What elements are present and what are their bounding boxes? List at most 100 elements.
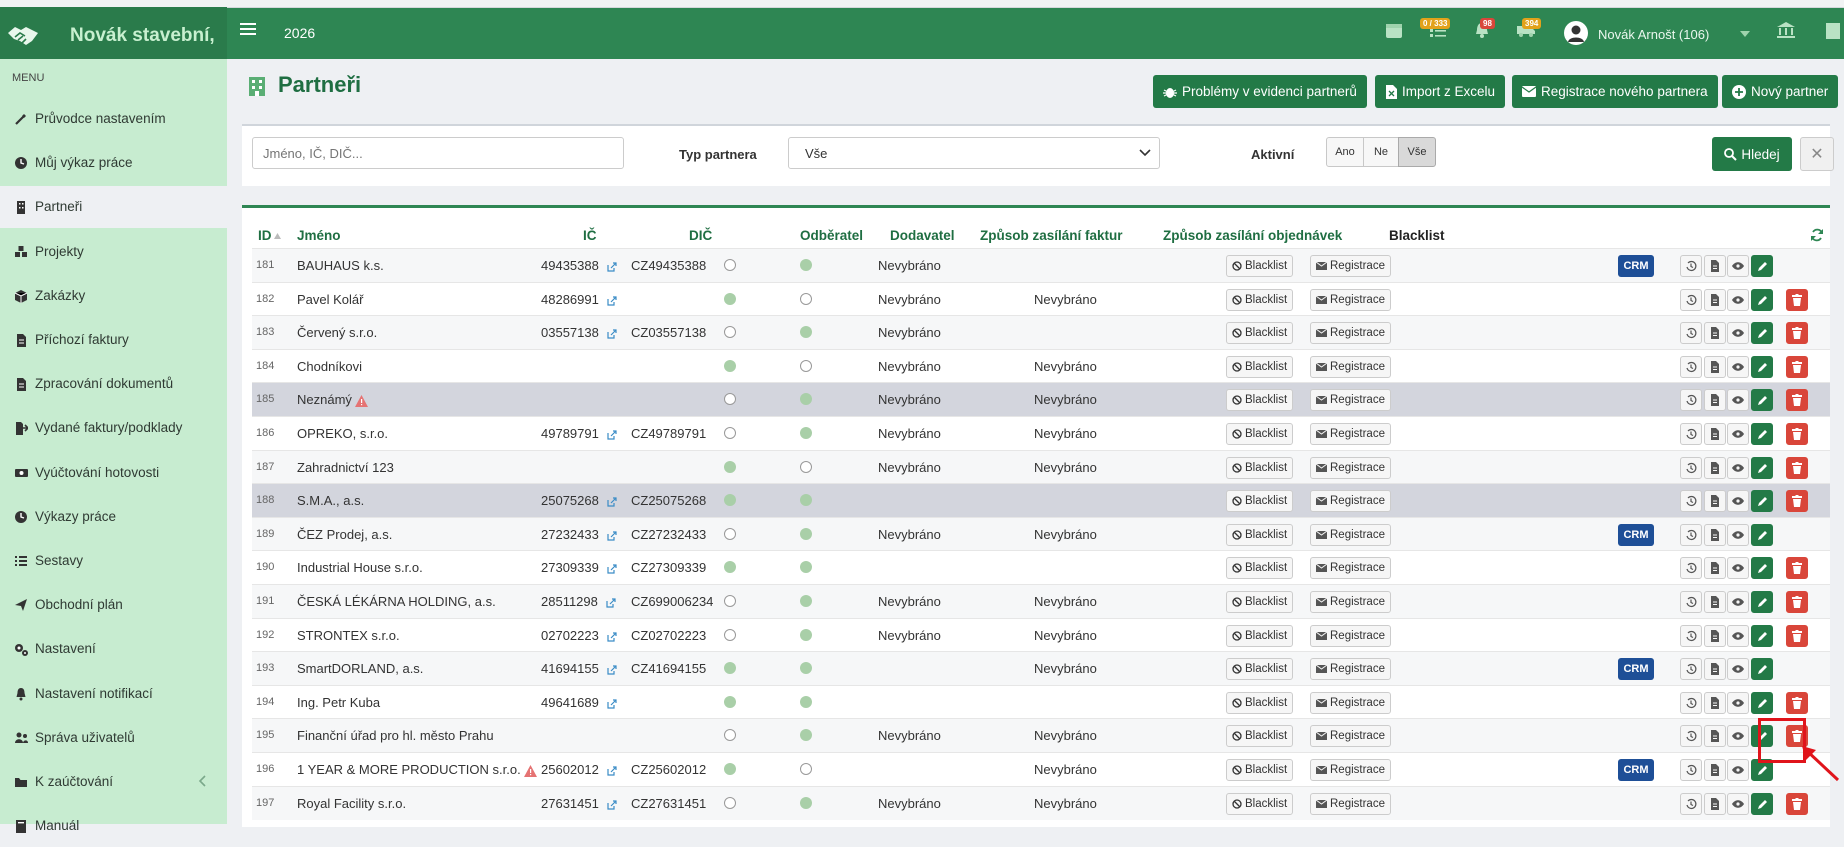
partner-name[interactable]: STRONTEX s.r.o. <box>297 628 400 643</box>
partner-name-cell[interactable]: Chodníkovi <box>297 359 362 374</box>
sidebar-item[interactable]: Sestavy <box>0 540 227 582</box>
document-button[interactable] <box>1704 625 1726 647</box>
sidebar-item[interactable]: Nastavení notifikací <box>0 673 227 715</box>
partner-name-cell[interactable]: BAUHAUS k.s. <box>297 258 384 273</box>
document-button[interactable] <box>1704 692 1726 714</box>
partner-name-cell[interactable]: Industrial House s.r.o. <box>297 560 423 575</box>
column-header-customer[interactable]: Odběratel <box>800 228 863 243</box>
registration-button[interactable]: Registrace <box>1310 557 1391 579</box>
partner-name-cell[interactable]: Ing. Petr Kuba <box>297 695 380 710</box>
external-link-icon[interactable] <box>607 261 617 272</box>
blacklist-button[interactable]: Blacklist <box>1226 423 1294 445</box>
history-button[interactable] <box>1680 490 1702 512</box>
column-header-invoice-sending[interactable]: Způsob zasílání faktur <box>980 228 1123 243</box>
delete-button[interactable] <box>1786 356 1808 378</box>
partner-name[interactable]: Chodníkovi <box>297 359 362 374</box>
external-link-icon[interactable] <box>607 530 617 541</box>
delete-button[interactable] <box>1786 289 1808 311</box>
building-icon[interactable] <box>1824 21 1844 39</box>
partner-type-select[interactable]: Vše <box>788 137 1160 169</box>
view-button[interactable] <box>1727 759 1749 781</box>
history-button[interactable] <box>1680 625 1702 647</box>
document-button[interactable] <box>1704 557 1726 579</box>
sidebar-item[interactable]: Projekty <box>0 231 227 273</box>
blacklist-button[interactable]: Blacklist <box>1226 759 1294 781</box>
edit-button[interactable] <box>1751 793 1773 815</box>
partner-name[interactable]: S.M.A., a.s. <box>297 493 364 508</box>
blacklist-button[interactable]: Blacklist <box>1226 557 1294 579</box>
view-button[interactable] <box>1727 255 1749 277</box>
delete-button[interactable] <box>1786 490 1808 512</box>
blacklist-button[interactable]: Blacklist <box>1226 692 1294 714</box>
delete-button[interactable] <box>1786 793 1808 815</box>
history-button[interactable] <box>1680 692 1702 714</box>
document-button[interactable] <box>1704 490 1726 512</box>
external-link-icon[interactable] <box>607 563 617 574</box>
registration-button[interactable]: Registrace <box>1310 692 1391 714</box>
view-button[interactable] <box>1727 356 1749 378</box>
crm-button[interactable]: CRM <box>1618 524 1654 546</box>
blacklist-button[interactable]: Blacklist <box>1226 289 1294 311</box>
user-name[interactable]: Novák Arnošt (106) <box>1598 27 1709 42</box>
view-button[interactable] <box>1727 625 1749 647</box>
edit-button[interactable] <box>1751 490 1773 512</box>
history-button[interactable] <box>1680 289 1702 311</box>
external-link-icon[interactable] <box>607 496 617 507</box>
view-button[interactable] <box>1727 322 1749 344</box>
partner-name[interactable]: Finanční úřad pro hl. město Prahu <box>297 728 494 743</box>
document-button[interactable] <box>1704 524 1726 546</box>
sidebar-item[interactable]: Nastavení <box>0 628 227 670</box>
partner-name[interactable]: Červený s.r.o. <box>297 325 377 340</box>
edit-button[interactable] <box>1751 356 1773 378</box>
partner-name[interactable]: Neznámý <box>297 392 352 407</box>
edit-button[interactable] <box>1751 658 1773 680</box>
edit-button[interactable] <box>1751 389 1773 411</box>
history-button[interactable] <box>1680 423 1702 445</box>
history-button[interactable] <box>1680 759 1702 781</box>
partner-name-cell[interactable]: Finanční úřad pro hl. město Prahu <box>297 728 494 743</box>
partner-name-cell[interactable]: Pavel Kolář <box>297 292 363 307</box>
registration-button[interactable]: Registrace <box>1310 793 1391 815</box>
crm-button[interactable]: CRM <box>1618 759 1654 781</box>
partner-name[interactable]: ČEZ Prodej, a.s. <box>297 527 392 542</box>
sidebar-item[interactable]: K zaúčtování <box>0 761 227 803</box>
refresh-icon[interactable] <box>1810 228 1824 242</box>
partner-name[interactable]: Industrial House s.r.o. <box>297 560 423 575</box>
registration-button[interactable]: Registrace <box>1310 591 1391 613</box>
partner-name-cell[interactable]: Royal Facility s.r.o. <box>297 796 406 811</box>
delete-button[interactable] <box>1786 557 1808 579</box>
delete-button[interactable] <box>1786 322 1808 344</box>
registration-button[interactable]: Registrace <box>1310 255 1391 277</box>
history-button[interactable] <box>1680 356 1702 378</box>
document-button[interactable] <box>1704 759 1726 781</box>
partner-name[interactable]: SmartDORLAND, a.s. <box>297 661 423 676</box>
registration-button[interactable]: Registrace <box>1310 625 1391 647</box>
active-no-toggle[interactable]: Ne <box>1363 137 1399 167</box>
document-button[interactable] <box>1704 725 1726 747</box>
registration-button[interactable]: Registrace <box>1310 725 1391 747</box>
external-link-icon[interactable] <box>607 799 617 810</box>
view-button[interactable] <box>1727 423 1749 445</box>
edit-button[interactable] <box>1751 625 1773 647</box>
blacklist-button[interactable]: Blacklist <box>1226 457 1294 479</box>
partner-name-cell[interactable]: SmartDORLAND, a.s. <box>297 661 423 676</box>
sidebar-item[interactable]: Vyúčtování hotovosti <box>0 452 227 494</box>
partner-name[interactable]: OPREKO, s.r.o. <box>297 426 388 441</box>
delete-button[interactable] <box>1786 389 1808 411</box>
view-button[interactable] <box>1727 389 1749 411</box>
delete-button[interactable] <box>1786 692 1808 714</box>
view-button[interactable] <box>1727 490 1749 512</box>
blacklist-button[interactable]: Blacklist <box>1226 322 1294 344</box>
partner-name-cell[interactable]: Neznámý <box>297 392 368 407</box>
history-button[interactable] <box>1680 658 1702 680</box>
clear-filter-button[interactable]: ✕ <box>1800 137 1834 171</box>
sidebar-item[interactable]: Příchozí faktury <box>0 319 227 361</box>
user-avatar[interactable] <box>1564 21 1588 45</box>
view-button[interactable] <box>1727 524 1749 546</box>
blacklist-button[interactable]: Blacklist <box>1226 625 1294 647</box>
history-button[interactable] <box>1680 457 1702 479</box>
bank-icon[interactable] <box>1776 21 1796 39</box>
blacklist-button[interactable]: Blacklist <box>1226 793 1294 815</box>
edit-button[interactable] <box>1751 255 1773 277</box>
blacklist-button[interactable]: Blacklist <box>1226 255 1294 277</box>
